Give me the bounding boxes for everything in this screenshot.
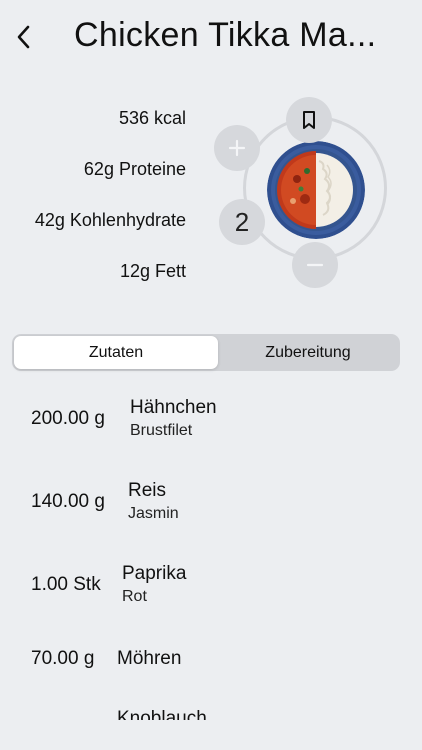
decrease-servings-button[interactable] (292, 242, 338, 288)
carbs-label: 42g Kohlenhydrate (34, 210, 186, 230)
minus-icon (306, 263, 324, 267)
page-title: Chicken Tikka Ma... (74, 16, 377, 54)
tab-zutaten[interactable]: Zutaten (14, 336, 218, 369)
plus-icon (228, 139, 246, 157)
navigation-header: Chicken Tikka Ma... (0, 0, 422, 80)
list-item[interactable]: 70.00 g Möhren (0, 629, 422, 709)
ingredient-amount: 140.00 g (31, 491, 105, 512)
list-item[interactable]: 140.00 g Reis Jasmin (0, 463, 422, 543)
list-item[interactable]: 200.00 g Hähnchen Brustfilet (0, 380, 422, 460)
fat-label: 12g Fett (119, 261, 186, 281)
ingredient-name: Möhren (117, 648, 182, 669)
list-item[interactable]: 1.00 Stk Paprika Rot (0, 546, 422, 626)
calories-label: 536 kcal (118, 108, 186, 128)
chevron-left-icon (17, 25, 30, 49)
ingredient-name: Knoblauch (117, 708, 207, 720)
servings-count: 2 (219, 199, 265, 245)
ingredient-name: Reis (128, 480, 167, 501)
back-button[interactable] (10, 20, 40, 54)
ingredient-amount: 200.00 g (31, 408, 105, 429)
protein-label: 62g Proteine (83, 159, 186, 179)
ingredient-variant: Rot (122, 588, 147, 605)
recipe-image (267, 141, 365, 239)
ingredient-list: 200.00 g Hähnchen Brustfilet 140.00 g Re… (0, 380, 422, 720)
ingredient-name: Paprika (122, 563, 187, 584)
ingredient-variant: Jasmin (128, 505, 179, 522)
ingredient-amount: 70.00 g (31, 648, 95, 669)
dish-illustration (267, 141, 365, 239)
bookmark-icon (303, 111, 315, 129)
ingredient-amount: 1.00 Stk (31, 574, 101, 595)
ingredient-variant: Brustfilet (130, 422, 193, 439)
segmented-control: Zutaten Zubereitung (12, 334, 400, 371)
bookmark-button[interactable] (286, 97, 332, 143)
list-item[interactable]: Knoblauch (0, 704, 422, 720)
ingredient-name: Hähnchen (130, 397, 217, 418)
increase-servings-button[interactable] (214, 125, 260, 171)
tab-zubereitung[interactable]: Zubereitung (218, 336, 398, 369)
